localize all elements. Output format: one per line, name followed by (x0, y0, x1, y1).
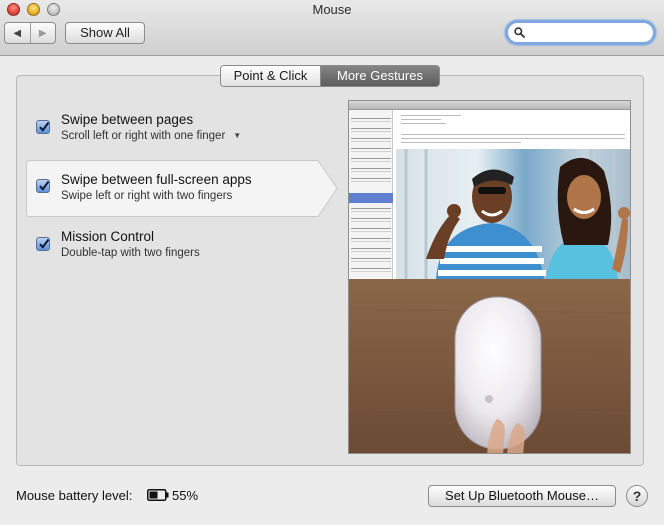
swipe-pages-checkbox[interactable] (36, 120, 50, 134)
checkmark-icon (39, 238, 50, 249)
mission-control-checkbox[interactable] (36, 237, 50, 251)
option-title: Mission Control (61, 229, 155, 244)
option-swipe-between-full-screen-apps[interactable]: Swipe between full-screen apps Swipe lef… (26, 160, 336, 218)
option-subtitle: Swipe left or right with two fingers (61, 190, 233, 202)
window-toolbar: Mouse ◀ ▶ Show All (0, 0, 664, 56)
option-title: Swipe between pages (61, 112, 194, 127)
option-subtitle-dropdown[interactable]: Scroll left or right with one finger ▼ (61, 130, 241, 142)
set-up-bluetooth-mouse-button[interactable]: Set Up Bluetooth Mouse… (428, 485, 616, 507)
navigation-buttons: ◀ ▶ (4, 22, 56, 44)
triangle-down-icon[interactable]: ▼ (233, 131, 241, 140)
option-mission-control[interactable]: Mission Control Double-tap with two fing… (26, 229, 336, 269)
search-input[interactable] (530, 24, 648, 41)
mail-app-preview (349, 101, 630, 279)
help-button[interactable]: ? (626, 485, 648, 507)
battery-level-label: Mouse battery level: (16, 488, 133, 503)
forward-button[interactable]: ▶ (31, 23, 56, 43)
tab-point-and-click[interactable]: Point & Click (221, 66, 321, 86)
search-icon (514, 27, 525, 38)
option-swipe-between-pages[interactable]: Swipe between pages Scroll left or right… (26, 112, 336, 152)
battery-level-value: 55% (172, 488, 199, 503)
tab-more-gestures[interactable]: More Gestures (321, 66, 439, 86)
magic-mouse-demo (349, 279, 630, 453)
chevron-left-icon: ◀ (13, 27, 22, 39)
mail-selected-row (349, 193, 393, 203)
show-all-button[interactable]: Show All (65, 22, 145, 44)
chevron-right-icon: ▶ (38, 27, 47, 39)
search-field[interactable] (505, 20, 656, 45)
swipe-fullscreen-checkbox[interactable] (36, 179, 50, 193)
back-button[interactable]: ◀ (5, 23, 31, 43)
checkmark-icon (39, 121, 50, 132)
window-title: Mouse (312, 2, 352, 17)
battery-icon (147, 489, 169, 501)
mail-toolbar (349, 101, 630, 110)
option-subtitle: Double-tap with two fingers (61, 247, 200, 259)
option-title: Swipe between full-screen apps (61, 172, 252, 187)
mail-message-list (349, 110, 393, 279)
gesture-preview-video (348, 100, 631, 454)
tab-bar: Point & Click More Gestures (220, 65, 440, 87)
option-subtitle: Scroll left or right with one finger (61, 130, 226, 142)
checkmark-icon (39, 180, 50, 191)
photo-attachment (396, 149, 630, 279)
